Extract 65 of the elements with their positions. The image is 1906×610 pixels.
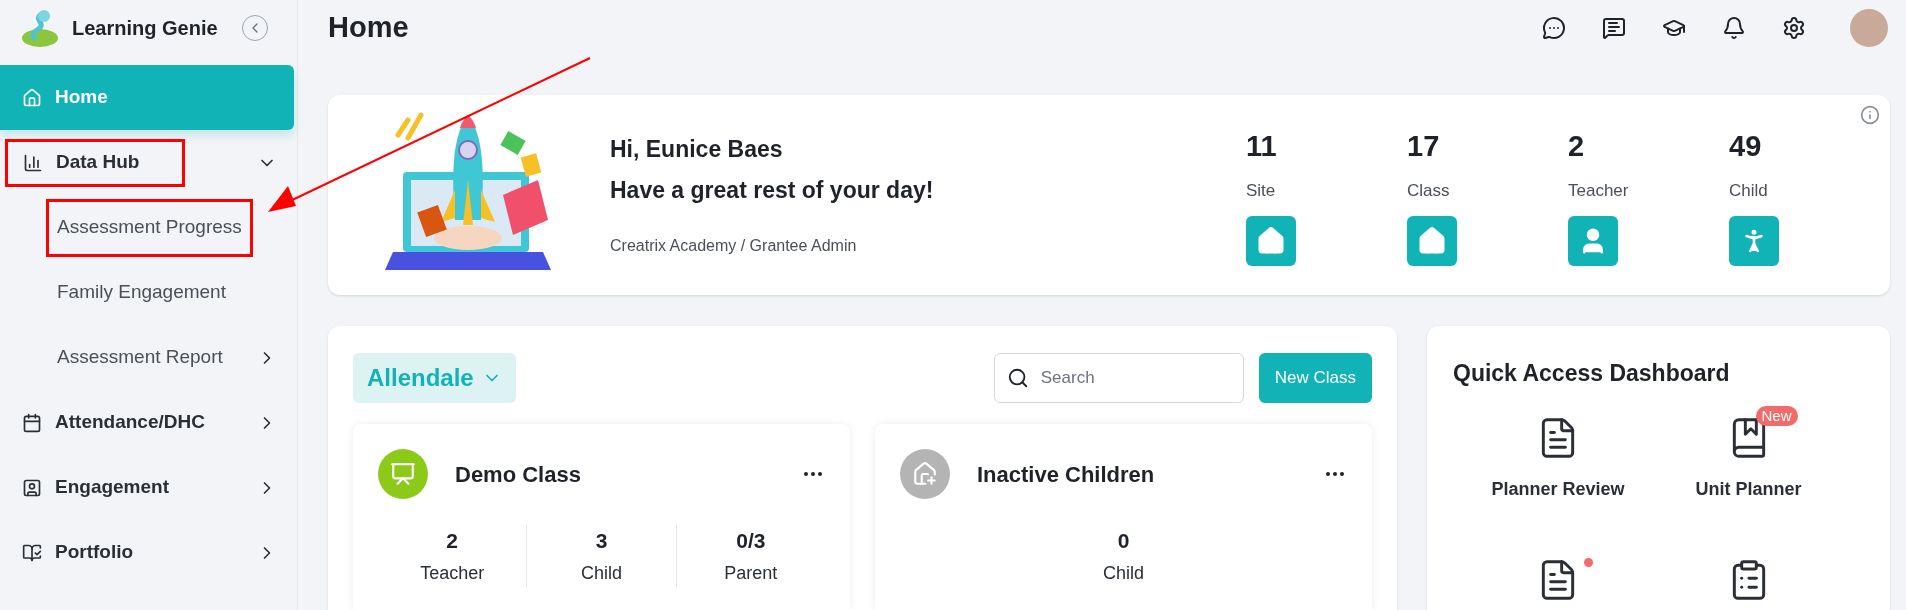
feedback-icon[interactable] bbox=[1602, 16, 1626, 40]
class-stat-label: Parent bbox=[724, 561, 778, 585]
chat-icon[interactable] bbox=[1542, 16, 1566, 40]
quick-access-label: Unit Planner bbox=[1695, 477, 1802, 501]
nav-label: Family Engagement bbox=[56, 280, 226, 305]
app-name: Learning Genie bbox=[72, 16, 218, 41]
calendar-icon bbox=[22, 412, 42, 433]
new-badge: New bbox=[1755, 405, 1798, 426]
class-card[interactable]: Inactive Children 0 Child bbox=[875, 424, 1372, 610]
stat-value: 2 bbox=[1568, 128, 1585, 164]
welcome-message: Have a great rest of your day! bbox=[610, 175, 934, 205]
search-field[interactable]: Search bbox=[993, 353, 1244, 403]
quick-access-label: Planner Review bbox=[1491, 477, 1625, 501]
class-stat-label: Child bbox=[580, 561, 622, 585]
nav-subitem[interactable]: Family Engagement bbox=[0, 260, 297, 325]
nav-label: Portfolio bbox=[55, 540, 134, 565]
nav-item[interactable]: Portfolio bbox=[0, 520, 297, 585]
settings-icon[interactable] bbox=[1782, 16, 1806, 40]
class-avatar-icon bbox=[378, 449, 428, 499]
quick-access-item[interactable]: New Unit Planner bbox=[1673, 403, 1824, 503]
quick-access-item[interactable]: Planner Review bbox=[1483, 403, 1633, 503]
house-icon[interactable] bbox=[1246, 215, 1296, 266]
info-icon[interactable] bbox=[1860, 105, 1880, 125]
stat-label: Child bbox=[1729, 180, 1768, 202]
nav-label: Data Hub bbox=[56, 150, 140, 175]
class-card[interactable]: Demo Class 2 Teacher 3 Child 0/3 Parent bbox=[353, 424, 850, 610]
nav-item[interactable]: Attendance/DHC bbox=[0, 390, 297, 455]
stat-value: 17 bbox=[1407, 128, 1440, 164]
nav-label: Assessment Progress bbox=[57, 215, 242, 240]
class-stat-value: 0/3 bbox=[736, 528, 766, 554]
house-icon[interactable] bbox=[1407, 215, 1457, 266]
stat-value: 11 bbox=[1246, 128, 1277, 164]
child-icon[interactable] bbox=[1729, 215, 1779, 266]
bar-chart-icon bbox=[23, 152, 43, 173]
stat-label: Site bbox=[1246, 180, 1276, 202]
quick-access-title: Quick Access Dashboard bbox=[1453, 359, 1731, 388]
organization-text: Creatrix Academy / Grantee Admin bbox=[610, 236, 858, 256]
nav-label: Assessment Report bbox=[56, 345, 223, 370]
class-stat-label: Teacher bbox=[420, 561, 485, 585]
greeting-text: Hi, Eunice Baes bbox=[610, 135, 784, 164]
stat-label: Teacher bbox=[1568, 180, 1629, 202]
person-icon[interactable] bbox=[1568, 215, 1618, 266]
profile-card-icon bbox=[22, 477, 42, 498]
class-title: Demo Class bbox=[455, 460, 581, 489]
inactive-avatar-icon bbox=[900, 449, 950, 499]
nav-label: Attendance/DHC bbox=[55, 410, 205, 435]
genie-logo-icon bbox=[20, 8, 60, 48]
nav-subitem[interactable]: Assessment Progress bbox=[0, 195, 297, 260]
nav-item[interactable]: Engagement bbox=[0, 455, 297, 520]
book-icon bbox=[22, 542, 42, 563]
search-icon bbox=[1006, 367, 1029, 389]
class-stat-value: 3 bbox=[595, 528, 608, 554]
stat-label: Class bbox=[1407, 180, 1450, 202]
nav-item[interactable]: Data Hub bbox=[0, 130, 297, 195]
page-title: Home bbox=[328, 10, 409, 46]
nav-label: Home bbox=[55, 85, 108, 110]
class-stat-value: 2 bbox=[446, 528, 458, 554]
class-title: Inactive Children bbox=[977, 460, 1155, 489]
notification-icon[interactable] bbox=[1722, 16, 1746, 40]
class-stat-value: 0 bbox=[1117, 528, 1130, 554]
class-stat-label: Child bbox=[1103, 561, 1144, 585]
stat-value: 49 bbox=[1729, 128, 1762, 164]
nav-subitem[interactable]: Assessment Report bbox=[0, 325, 297, 390]
home-icon bbox=[22, 87, 42, 108]
nav-label: Engagement bbox=[55, 475, 170, 500]
